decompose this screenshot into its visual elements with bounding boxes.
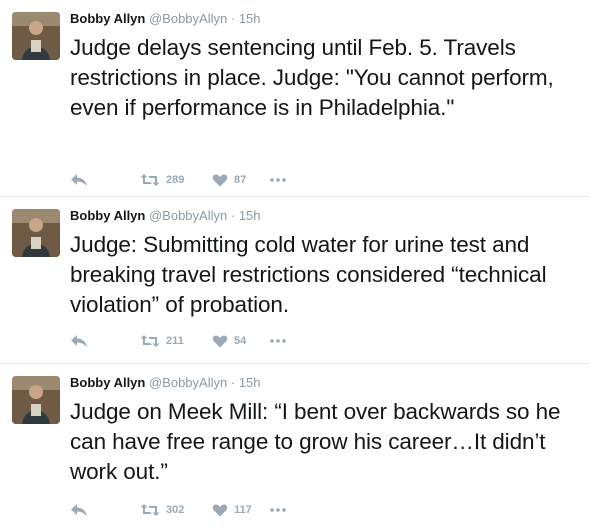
tweet: Bobby Allyn @BobbyAllyn · 15h Judge dela… xyxy=(0,0,589,197)
avatar[interactable] xyxy=(12,12,60,60)
like-button[interactable]: 117 xyxy=(212,503,270,517)
tweet-header: Bobby Allyn @BobbyAllyn · 15h xyxy=(70,10,575,27)
tweet-content: Bobby Allyn @BobbyAllyn · 15h Judge dela… xyxy=(70,10,575,123)
retweet-count: 302 xyxy=(166,504,185,516)
separator: · xyxy=(230,375,236,390)
timestamp[interactable]: 15h xyxy=(239,208,261,223)
tweet-actions: 289 87 xyxy=(70,170,300,190)
author-name[interactable]: Bobby Allyn xyxy=(70,208,145,223)
avatar[interactable] xyxy=(12,209,60,257)
retweet-button[interactable]: 289 xyxy=(140,173,212,187)
reply-button[interactable] xyxy=(70,173,140,187)
author-handle[interactable]: @BobbyAllyn xyxy=(149,208,227,223)
avatar-image xyxy=(12,376,60,424)
retweet-button[interactable]: 302 xyxy=(140,503,212,517)
reply-button[interactable] xyxy=(70,334,140,348)
tweet: Bobby Allyn @BobbyAllyn · 15h Judge: Sub… xyxy=(0,197,589,364)
more-button[interactable] xyxy=(270,339,300,343)
like-button[interactable]: 54 xyxy=(212,334,270,348)
tweet-feed: Bobby Allyn @BobbyAllyn · 15h Judge dela… xyxy=(0,0,589,528)
more-button[interactable] xyxy=(270,508,300,512)
like-button[interactable]: 87 xyxy=(212,173,270,187)
tweet-actions: 211 54 xyxy=(70,331,300,351)
retweet-count: 211 xyxy=(166,335,184,347)
reply-icon xyxy=(71,335,87,347)
tweet-text: Judge delays sentencing until Feb. 5. Tr… xyxy=(70,35,554,120)
reply-button[interactable] xyxy=(70,503,140,517)
avatar-image xyxy=(12,209,60,257)
reply-icon xyxy=(71,504,87,516)
heart-icon xyxy=(212,335,228,348)
tweet-text: Judge on Meek Mill: “I bent over backwar… xyxy=(70,399,561,484)
retweet-count: 289 xyxy=(166,174,185,186)
author-handle[interactable]: @BobbyAllyn xyxy=(149,11,227,26)
tweet-content: Bobby Allyn @BobbyAllyn · 15h Judge on M… xyxy=(70,374,575,487)
tweet-text: Judge: Submitting cold water for urine t… xyxy=(70,232,547,317)
tweet: Bobby Allyn @BobbyAllyn · 15h Judge on M… xyxy=(0,364,589,528)
reply-icon xyxy=(71,174,87,186)
avatar-image xyxy=(12,12,60,60)
like-count: 54 xyxy=(234,335,247,347)
heart-icon xyxy=(212,504,228,517)
like-count: 87 xyxy=(234,174,247,186)
more-icon xyxy=(270,178,286,182)
author-name[interactable]: Bobby Allyn xyxy=(70,11,145,26)
separator: · xyxy=(230,208,236,223)
like-count: 117 xyxy=(234,504,252,516)
retweet-icon xyxy=(140,174,160,186)
tweet-actions: 302 117 xyxy=(70,500,300,520)
retweet-icon xyxy=(140,504,160,516)
timestamp[interactable]: 15h xyxy=(239,375,261,390)
retweet-icon xyxy=(140,335,160,347)
more-button[interactable] xyxy=(270,178,300,182)
author-handle[interactable]: @BobbyAllyn xyxy=(149,375,227,390)
tweet-header: Bobby Allyn @BobbyAllyn · 15h xyxy=(70,374,575,391)
timestamp[interactable]: 15h xyxy=(239,11,261,26)
tweet-header: Bobby Allyn @BobbyAllyn · 15h xyxy=(70,207,575,224)
tweet-content: Bobby Allyn @BobbyAllyn · 15h Judge: Sub… xyxy=(70,207,575,320)
heart-icon xyxy=(212,174,228,187)
more-icon xyxy=(270,508,286,512)
retweet-button[interactable]: 211 xyxy=(140,334,212,348)
separator: · xyxy=(230,11,236,26)
author-name[interactable]: Bobby Allyn xyxy=(70,375,145,390)
avatar[interactable] xyxy=(12,376,60,424)
more-icon xyxy=(270,339,286,343)
